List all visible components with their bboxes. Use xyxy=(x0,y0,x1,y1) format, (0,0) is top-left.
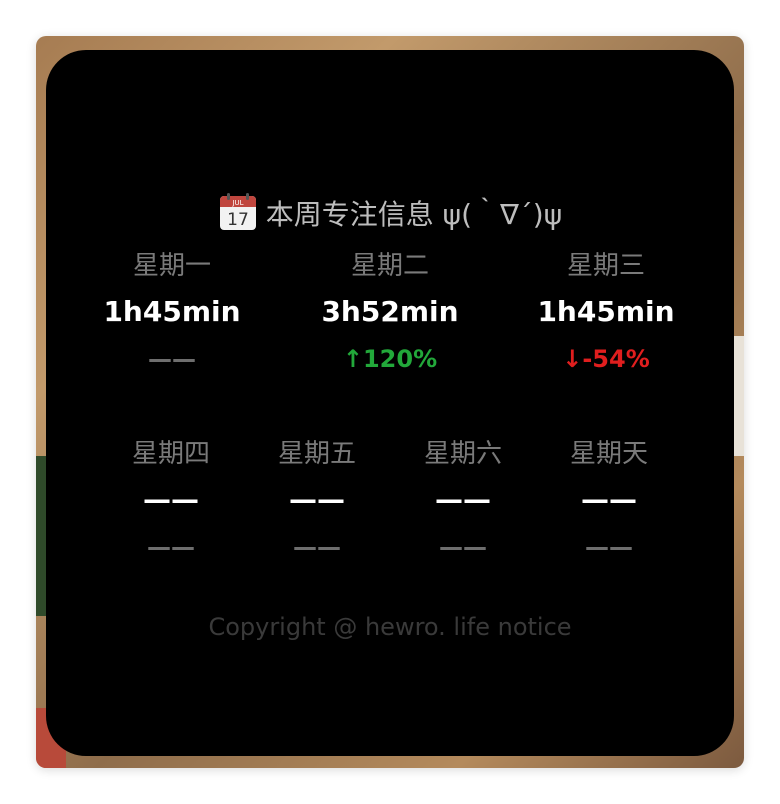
day-label: 星期二 xyxy=(350,251,429,281)
widget-title-row: JUL 17 本周专注信息 ψ(｀∇´)ψ xyxy=(46,192,734,235)
calendar-icon-month: JUL xyxy=(231,199,243,207)
copyright-text: Copyright @ hewro. life notice xyxy=(208,613,572,641)
focus-duration: —— xyxy=(142,483,199,516)
day-label: 星期四 xyxy=(131,439,211,469)
day-cell-2: 星期五 —— —— xyxy=(278,438,356,562)
change-percent: —— xyxy=(584,533,633,561)
day-cell-3: 星期六 —— —— xyxy=(424,438,502,562)
day-label: 星期一 xyxy=(132,251,211,281)
weekly-focus-widget[interactable]: JUL 17 本周专注信息 ψ(｀∇´)ψ 星期一 1h45min —— 星期二 3h5… xyxy=(46,50,734,756)
focus-duration: —— xyxy=(434,483,491,516)
focus-duration: —— xyxy=(580,483,637,516)
day-label: 星期六 xyxy=(423,439,503,469)
focus-duration: —— xyxy=(288,483,345,516)
change-percent: ↓-54% xyxy=(562,345,650,373)
day-cell-1: 星期一 1h45min —— xyxy=(103,250,240,374)
focus-duration: 1h45min xyxy=(103,295,241,328)
day-cell-1: 星期四 —— —— xyxy=(132,438,210,562)
focus-duration: 1h45min xyxy=(537,295,675,328)
calendar-icon-date: 17 xyxy=(227,210,249,230)
app-window: JUL 17 本周专注信息 ψ(｀∇´)ψ 星期一 1h45min —— 星期二 3h5… xyxy=(36,36,744,768)
day-label: 星期天 xyxy=(569,439,649,469)
change-percent: ↑120% xyxy=(342,345,438,373)
day-label: 星期五 xyxy=(277,439,357,469)
day-label: 星期三 xyxy=(566,251,645,281)
change-percent: —— xyxy=(292,533,341,561)
day-cell-2: 星期二 3h52min ↑120% xyxy=(321,250,458,374)
change-percent: —— xyxy=(146,533,195,561)
focus-duration: 3h52min xyxy=(321,295,459,328)
calendar-icon: JUL 17 xyxy=(219,193,256,230)
day-cell-3: 星期三 1h45min ↓-54% xyxy=(537,250,674,374)
widget-title: 本周专注信息 ψ(｀∇´)ψ xyxy=(265,198,563,231)
day-cell-4: 星期天 —— —— xyxy=(570,438,648,562)
change-percent: —— xyxy=(148,345,196,373)
change-percent: —— xyxy=(438,533,487,561)
